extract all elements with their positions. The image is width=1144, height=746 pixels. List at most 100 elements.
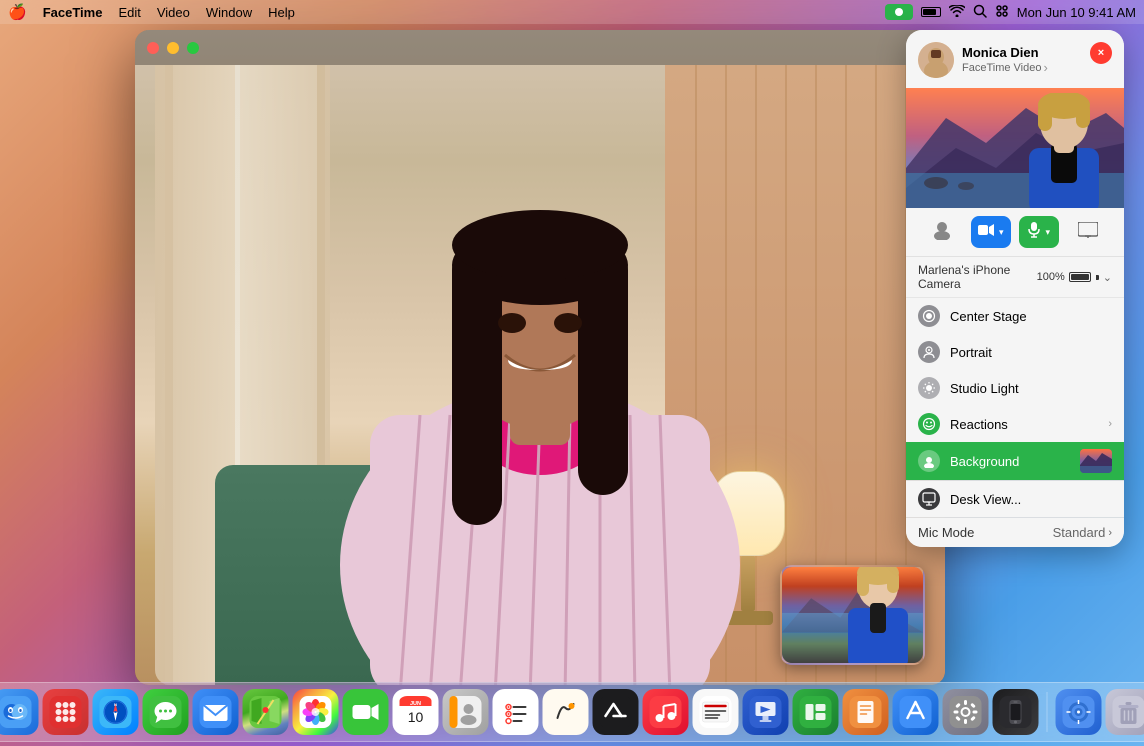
studio-light-icon (918, 377, 940, 399)
svg-text:N: N (114, 702, 117, 707)
desk-view-label: Desk View... (950, 492, 1112, 507)
dock-icon-photos[interactable] (293, 689, 339, 735)
mic-mode-label: Mic Mode (918, 525, 974, 540)
camera-label: Marlena's iPhone Camera (918, 263, 1037, 291)
menu-edit[interactable]: Edit (118, 5, 140, 20)
contact-info-area: Monica Dien FaceTime Video › (918, 42, 1048, 78)
background-icon (918, 450, 940, 472)
person-button[interactable] (922, 216, 962, 248)
window-chrome (135, 30, 945, 65)
dock-icon-mail[interactable] (193, 689, 239, 735)
video-button[interactable]: ▾ (971, 216, 1011, 248)
dock-icon-iphone-mirroring[interactable] (993, 689, 1039, 735)
center-stage-label: Center Stage (950, 309, 1112, 324)
dock-icon-numbers[interactable] (793, 689, 839, 735)
screen-share-icon (1078, 222, 1098, 243)
reactions-icon (918, 413, 940, 435)
panel-video-preview (906, 88, 1124, 208)
pip-person (843, 565, 913, 663)
battery-tip (1096, 275, 1099, 280)
contact-name: Monica Dien (962, 45, 1048, 60)
dock-icon-appstore[interactable] (893, 689, 939, 735)
control-center-icon[interactable] (995, 4, 1009, 21)
search-icon[interactable] (973, 4, 987, 21)
dock-icon-reminders[interactable] (493, 689, 539, 735)
contact-details: Monica Dien FaceTime Video › (962, 45, 1048, 75)
pip-video[interactable] (780, 565, 925, 665)
apple-menu[interactable]: 🍎 (8, 3, 27, 21)
dock-icon-freeform[interactable] (543, 689, 589, 735)
menu-item-background[interactable]: Background (906, 442, 1124, 480)
dock-icon-keynote[interactable] (743, 689, 789, 735)
dock-icon-settings[interactable] (943, 689, 989, 735)
facetime-video-label: FaceTime Video (962, 62, 1041, 74)
wifi-icon (949, 5, 965, 20)
background-label: Background (950, 454, 1070, 469)
battery-area: 100% ⌄ (1037, 271, 1112, 284)
dock-icon-finder[interactable] (0, 689, 39, 735)
portrait-label: Portrait (950, 345, 1112, 360)
maximize-button[interactable] (187, 42, 199, 54)
mic-mode-row[interactable]: Mic Mode Standard › (906, 518, 1124, 547)
camera-expand-icon[interactable]: ⌄ (1103, 271, 1112, 284)
desk-view-icon (918, 488, 940, 510)
dock-icon-news[interactable] (693, 689, 739, 735)
main-video (135, 30, 945, 685)
dock-icon-music[interactable] (643, 689, 689, 735)
menubar: 🍎 FaceTime Edit Video Window Help (0, 0, 1144, 24)
mic-mode-value-area: Standard › (1053, 525, 1112, 540)
menu-item-center-stage[interactable]: Center Stage (906, 298, 1124, 334)
facetime-window (135, 30, 945, 685)
menubar-left: 🍎 FaceTime Edit Video Window Help (8, 3, 295, 21)
dock-icon-contacts[interactable] (443, 689, 489, 735)
dock-icon-privacy[interactable] (1056, 689, 1102, 735)
menu-item-desk-view[interactable]: Desk View... (906, 481, 1124, 517)
dock-icon-calendar[interactable]: JUN 10 (393, 689, 439, 735)
battery-percent: 100% (1037, 271, 1065, 283)
dock-icon-trash[interactable] (1106, 689, 1144, 735)
share-screen-button[interactable] (1068, 216, 1108, 248)
close-button[interactable] (147, 42, 159, 54)
mic-icon (1028, 222, 1040, 243)
app-name[interactable]: FaceTime (43, 5, 103, 20)
battery-icon (921, 7, 941, 17)
person-main (290, 65, 790, 685)
battery-icon-panel (1069, 272, 1091, 282)
subtitle-arrow: › (1043, 60, 1047, 75)
dock-icon-facetime[interactable] (343, 689, 389, 735)
person-icon (932, 220, 952, 245)
dock-icon-launchpad[interactable] (43, 689, 89, 735)
menu-window[interactable]: Window (206, 5, 252, 20)
panel-header: Monica Dien FaceTime Video › × (906, 30, 1124, 88)
menu-item-studio-light[interactable]: Studio Light (906, 370, 1124, 406)
panel-close-button[interactable]: × (1090, 42, 1112, 64)
menu-item-portrait[interactable]: Portrait (906, 334, 1124, 370)
dock-icon-appletv[interactable] (593, 689, 639, 735)
dock-icon-messages[interactable] (143, 689, 189, 735)
camera-row: Marlena's iPhone Camera 100% ⌄ (906, 257, 1124, 298)
dock: N (0, 682, 1144, 742)
mic-mode-arrow-icon: › (1108, 527, 1112, 539)
contact-subtitle: FaceTime Video › (962, 60, 1048, 75)
background-thumbnail (1080, 449, 1112, 473)
reactions-label: Reactions (950, 417, 1098, 432)
center-stage-icon (918, 305, 940, 327)
dock-icon-maps[interactable] (243, 689, 289, 735)
reactions-arrow-icon: › (1108, 418, 1112, 430)
panel-controls: ▾ ▾ (906, 208, 1124, 257)
dock-icon-safari[interactable]: N (93, 689, 139, 735)
menu-help[interactable]: Help (268, 5, 295, 20)
menu-video[interactable]: Video (157, 5, 190, 20)
svg-text:10: 10 (408, 709, 424, 725)
clock: Mon Jun 10 9:41 AM (1017, 5, 1136, 20)
menubar-right: Mon Jun 10 9:41 AM (885, 4, 1136, 21)
menu-item-reactions[interactable]: Reactions › (906, 406, 1124, 442)
portrait-icon (918, 341, 940, 363)
mic-button[interactable]: ▾ (1019, 216, 1059, 248)
dock-icon-pages[interactable] (843, 689, 889, 735)
studio-light-label: Studio Light (950, 381, 1112, 396)
dock-separator (1047, 692, 1048, 732)
minimize-button[interactable] (167, 42, 179, 54)
mic-chevron-icon: ▾ (1045, 227, 1050, 238)
svg-text:JUN: JUN (410, 701, 421, 707)
